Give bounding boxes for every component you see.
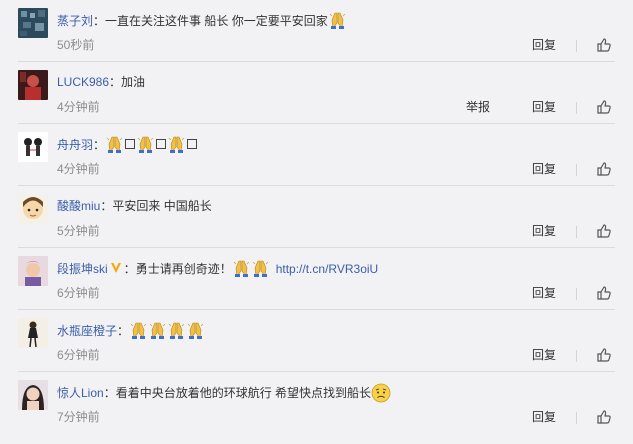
timestamp: 5分钟前 (57, 224, 100, 238)
avatar[interactable] (18, 132, 48, 162)
reply-button[interactable]: 回复 (532, 222, 556, 240)
praying-hands-icon (148, 321, 167, 339)
divider (576, 350, 577, 362)
reply-button[interactable]: 回复 (532, 36, 556, 54)
timestamp: 4分钟前 (57, 162, 100, 176)
praying-hands-icon (167, 321, 186, 339)
colon: ： (117, 324, 130, 338)
avatar[interactable] (18, 256, 48, 286)
reply-button[interactable]: 回复 (532, 408, 556, 426)
missing-glyph-box (187, 139, 198, 149)
thumbs-up-icon[interactable] (596, 347, 612, 363)
username-link[interactable]: 舟舟羽 (57, 138, 93, 152)
colon: ： (123, 262, 136, 276)
comment-line: LUCK986：加油 (57, 73, 613, 91)
comment-item: 段振坤ski ：勇士请再创奇迹！ http://t.cn/RVR3oiU 6分钟前 … (0, 248, 633, 310)
divider (576, 102, 577, 114)
comment-line: 水瓶座橙子： (57, 321, 613, 340)
comment-item: 酸酸miu：平安回来 中国船长 5分钟前 回复 (0, 186, 633, 248)
comment-line: 酸酸miu：平安回来 中国船长 (57, 197, 613, 215)
praying-hands-icon (186, 321, 205, 339)
avatar[interactable] (18, 8, 48, 38)
comment-line: 蒸子刘：一直在关注这件事 船长 你一定要平安回家 (57, 11, 613, 30)
colon: ： (103, 386, 116, 400)
timestamp: 4分钟前 (57, 100, 100, 114)
timestamp: 7分钟前 (57, 410, 100, 424)
colon: ： (109, 75, 122, 89)
timestamp: 6分钟前 (57, 348, 100, 362)
timestamp: 6分钟前 (57, 286, 100, 300)
worried-face-icon (371, 383, 391, 403)
comment-text: 看着中央台放着他的环球航行 希望快点找到船长 (115, 386, 372, 400)
colon: ： (93, 138, 106, 152)
comment-text: 平安回来 中国船长 (112, 199, 212, 213)
avatar[interactable] (18, 194, 48, 224)
comment-item: 蒸子刘：一直在关注这件事 船长 你一定要平安回家 50秒前 回复 (0, 0, 633, 62)
username-link[interactable]: 惊人Lion (57, 386, 104, 400)
divider (576, 164, 577, 176)
divider (576, 40, 577, 52)
reply-button[interactable]: 回复 (532, 98, 556, 116)
praying-hands-icon (232, 259, 251, 277)
avatar[interactable] (18, 318, 48, 348)
timestamp: 50秒前 (57, 38, 95, 52)
comment-item: LUCK986：加油 4分钟前 举报 回复 (0, 62, 633, 124)
missing-glyph-box (156, 139, 167, 149)
colon: ： (100, 199, 113, 213)
praying-hands-icon (167, 135, 186, 153)
thumbs-up-icon[interactable] (596, 37, 612, 53)
thumbs-up-icon[interactable] (596, 99, 612, 115)
praying-hands-icon (136, 135, 155, 153)
divider (576, 288, 577, 300)
comment-text: 加油 (121, 75, 146, 89)
comment-line: 惊人Lion：看着中央台放着他的环球航行 希望快点找到船长 (57, 383, 613, 403)
thumbs-up-icon[interactable] (596, 223, 612, 239)
url-link[interactable]: http://t.cn/RVR3oiU (276, 262, 379, 276)
comment-item: 水瓶座橙子： 6分钟前 回复 (0, 310, 633, 372)
divider (576, 412, 577, 424)
comment-text: 勇士请再创奇迹！ (135, 262, 232, 276)
thumbs-up-icon[interactable] (596, 409, 612, 425)
reply-button[interactable]: 回复 (532, 160, 556, 178)
username-link[interactable]: 水瓶座橙子 (57, 324, 117, 338)
report-button[interactable]: 举报 (466, 98, 490, 116)
comment-item: 惊人Lion：看着中央台放着他的环球航行 希望快点找到船长 7分钟前 回复 (0, 372, 633, 434)
reply-button[interactable]: 回复 (532, 284, 556, 302)
thumbs-up-icon[interactable] (596, 161, 612, 177)
username-link[interactable]: LUCK986 (57, 75, 109, 89)
thumbs-up-icon[interactable] (596, 285, 612, 301)
comment-line: 舟舟羽： (57, 135, 613, 154)
username-link[interactable]: 酸酸miu (57, 199, 100, 213)
comment-line: 段振坤ski ：勇士请再创奇迹！ http://t.cn/RVR3oiU (57, 259, 613, 278)
praying-hands-icon (328, 11, 347, 29)
praying-hands-icon (251, 259, 270, 277)
divider (576, 226, 577, 238)
comment-item: 舟舟羽： 4分钟前 回复 (0, 124, 633, 186)
avatar[interactable] (18, 380, 48, 410)
missing-glyph-box (125, 139, 136, 149)
colon: ： (93, 14, 106, 28)
comment-text: 一直在关注这件事 船长 你一定要平安回家 (105, 14, 328, 28)
avatar[interactable] (18, 70, 48, 100)
username-link[interactable]: 蒸子刘 (57, 14, 93, 28)
praying-hands-icon (129, 321, 148, 339)
praying-hands-icon (105, 135, 124, 153)
reply-button[interactable]: 回复 (532, 346, 556, 364)
comment-list: 蒸子刘：一直在关注这件事 船长 你一定要平安回家 50秒前 回复 LUCK986… (0, 0, 633, 444)
verified-v-icon (110, 261, 122, 273)
username-link[interactable]: 段振坤ski (57, 262, 108, 276)
